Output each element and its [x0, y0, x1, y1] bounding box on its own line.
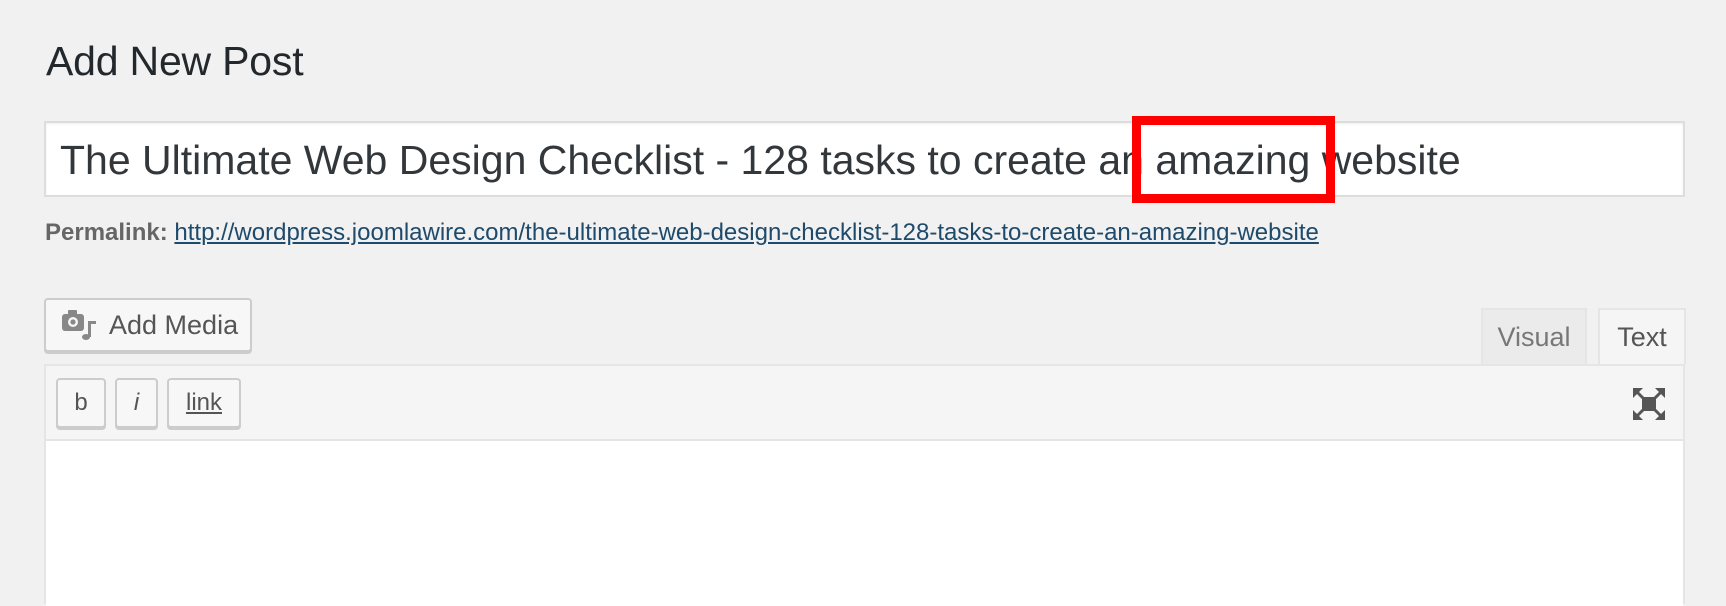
tab-text[interactable]: Text	[1598, 308, 1686, 364]
bold-button[interactable]: b	[56, 378, 106, 428]
permalink-label: Permalink:	[45, 219, 168, 246]
add-media-label: Add Media	[109, 309, 239, 340]
fullscreen-icon[interactable]	[1631, 386, 1667, 422]
permalink-link[interactable]: http://wordpress.joomlawire.com/the-ulti…	[174, 219, 1318, 246]
post-content-textarea[interactable]	[46, 441, 1683, 606]
permalink-row: Permalink: http://wordpress.joomlawire.c…	[45, 219, 1319, 247]
tab-visual[interactable]: Visual	[1481, 308, 1587, 364]
post-title-text[interactable]: The Ultimate Web Design Checklist - 128 …	[60, 137, 1461, 183]
quicktags-toolbar: b i link	[46, 366, 1683, 441]
add-media-button[interactable]: Add Media	[44, 298, 252, 352]
italic-button[interactable]: i	[115, 378, 158, 428]
editor-container: b i link	[44, 364, 1685, 606]
camera-music-icon	[61, 309, 97, 341]
post-title-input[interactable]: The Ultimate Web Design Checklist - 128 …	[44, 121, 1685, 197]
link-button[interactable]: link	[167, 378, 241, 428]
page-title: Add New Post	[46, 38, 304, 84]
